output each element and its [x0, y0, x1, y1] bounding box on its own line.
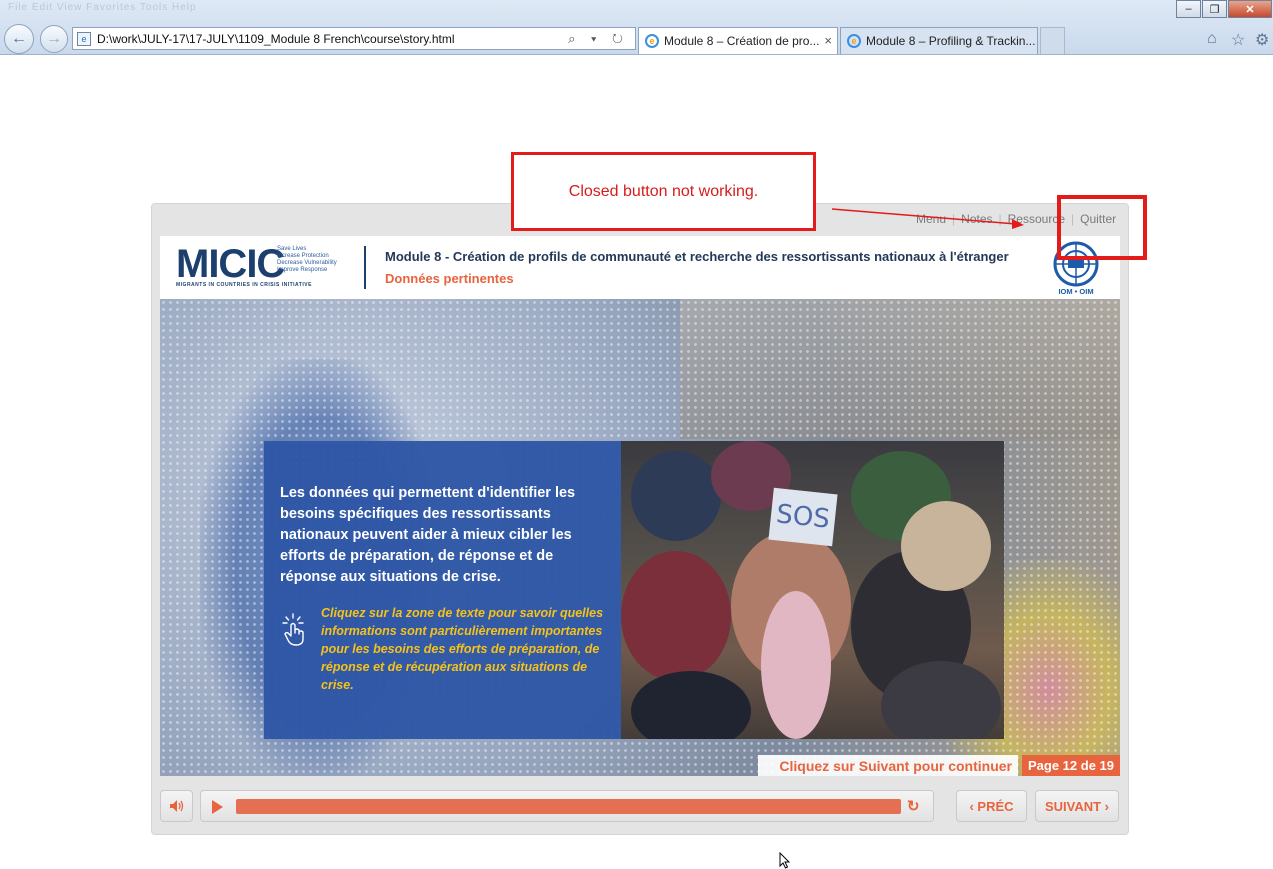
tab-label: Module 8 – Création de pro...	[664, 34, 820, 48]
info-text-card[interactable]: Les données qui permettent d'identifier …	[264, 441, 621, 739]
annotation-callout: Closed button not working.	[511, 152, 816, 231]
photo-figure	[621, 551, 731, 681]
annotation-highlight-box	[1057, 195, 1147, 260]
photo-figure	[631, 671, 751, 739]
page-indicator: Page 12 de 19	[1022, 755, 1120, 776]
seekbar-container: ↻	[200, 790, 934, 822]
iom-logo-label: IOM • OIM	[1058, 287, 1093, 296]
hand-pointer-icon	[282, 613, 304, 646]
tab-module-8-fr[interactable]: e Module 8 – Création de pro... ×	[638, 27, 838, 54]
slide-header: MICIC Save Lives Increase Protection Dec…	[160, 236, 1120, 299]
ie-icon: e	[847, 34, 861, 48]
continue-prompt: Cliquez sur Suivant pour continuer	[758, 755, 1018, 776]
window-close-button[interactable]: ✕	[1228, 0, 1272, 18]
menu-bar-ghost: File Edit View Favorites Tools Help	[8, 2, 197, 13]
volume-button[interactable]	[160, 790, 193, 822]
card-hint-text[interactable]: Cliquez sur la zone de texte pour savoir…	[321, 604, 609, 694]
sos-sign: SOS	[768, 487, 838, 547]
menu-link[interactable]: Menu	[910, 212, 952, 226]
speaker-icon	[169, 800, 183, 812]
section-title: Données pertinentes	[385, 271, 514, 286]
micic-subtitle: MIGRANTS IN COUNTRIES IN CRISIS INITIATI…	[176, 282, 312, 288]
replay-icon[interactable]: ↻	[907, 797, 920, 815]
prev-button[interactable]: ‹ PRÉC	[956, 790, 1027, 822]
notes-link[interactable]: Notes	[955, 212, 998, 226]
address-bar[interactable]: e D:\work\JULY-17\17-JULY\1109_Module 8 …	[72, 27, 636, 50]
mouse-cursor-icon	[779, 852, 791, 869]
browser-chrome: File Edit View Favorites Tools Help ← → …	[0, 0, 1273, 55]
next-button[interactable]: SUIVANT ›	[1035, 790, 1119, 822]
photo-figure	[901, 501, 991, 591]
photo-figure	[881, 661, 1001, 739]
play-icon[interactable]	[212, 800, 223, 814]
card-main-text: Les données qui permettent d'identifier …	[280, 485, 576, 585]
minimize-button[interactable]: –	[1176, 0, 1201, 18]
tab-label: Module 8 – Profiling & Trackin...	[866, 34, 1036, 48]
back-button[interactable]: ←	[4, 24, 34, 54]
tools-icon[interactable]: ⚙	[1255, 30, 1269, 50]
page-icon: e	[77, 31, 91, 46]
favorites-icon[interactable]: ☆	[1231, 30, 1245, 50]
tab-close-icon[interactable]: ×	[824, 33, 832, 48]
forward-button[interactable]: →	[40, 25, 68, 53]
micic-logo: MICIC	[176, 242, 285, 286]
home-icon[interactable]: ⌂	[1207, 30, 1217, 48]
slide-background-photo: Les données qui permettent d'identifier …	[160, 299, 1120, 776]
arrow-right-icon: →	[46, 30, 62, 47]
module-title: Module 8 - Création de profils de commun…	[385, 249, 1009, 264]
refugees-photo: SOS	[621, 441, 1004, 739]
seekbar[interactable]	[236, 799, 901, 814]
maximize-button[interactable]: ❐	[1202, 0, 1227, 18]
micic-tagline: Save Lives Increase Protection Decrease …	[277, 246, 337, 273]
address-text: D:\work\JULY-17\17-JULY\1109_Module 8 Fr…	[97, 31, 455, 46]
tab-module-8-en[interactable]: e Module 8 – Profiling & Trackin...	[840, 27, 1038, 54]
new-tab-button[interactable]	[1040, 27, 1065, 54]
address-tools-icons[interactable]: ⌕ ▾ ↻	[568, 31, 629, 47]
slide: MICIC Save Lives Increase Protection Dec…	[160, 236, 1120, 776]
photo-figure	[761, 591, 831, 739]
arrow-left-icon: ←	[11, 30, 27, 47]
header-divider	[364, 246, 366, 289]
ie-icon: e	[645, 34, 659, 48]
photo-figure	[631, 451, 721, 541]
